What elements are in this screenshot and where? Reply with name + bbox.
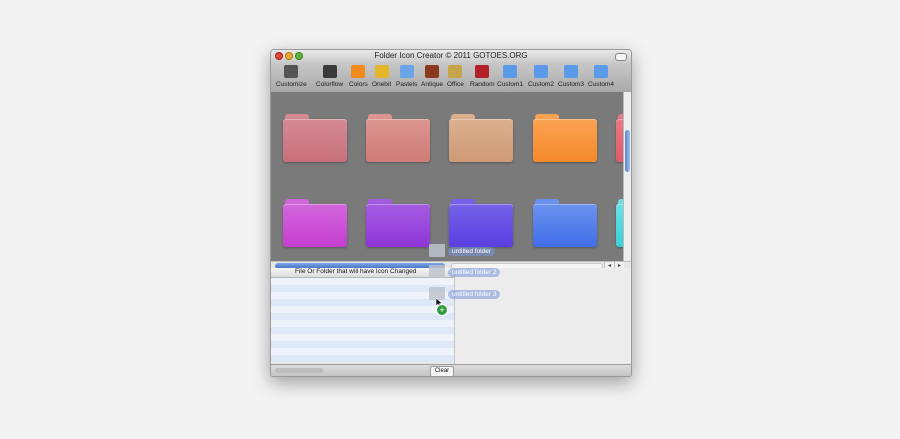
blue-folder-icon bbox=[594, 65, 608, 78]
list-item[interactable] bbox=[271, 334, 454, 341]
preview-pane[interactable] bbox=[454, 268, 631, 364]
folder-body bbox=[283, 119, 347, 162]
list-item[interactable] bbox=[271, 320, 454, 327]
toolbar-item-label: Customize bbox=[276, 81, 307, 88]
folder-icon[interactable] bbox=[533, 199, 597, 247]
clear-all-button[interactable]: Clear All bbox=[430, 366, 454, 376]
folder-icon[interactable] bbox=[283, 199, 347, 247]
toolbar-item-label: Custom4 bbox=[588, 81, 615, 88]
camera-icon bbox=[322, 65, 337, 78]
toolbar-item-label: Custom3 bbox=[558, 81, 585, 88]
tools-icon bbox=[284, 65, 299, 78]
folder-thumbnail-icon bbox=[429, 265, 445, 278]
dragged-folder-label: untitled folder 3 bbox=[448, 290, 501, 299]
toolbar-item-label: Onebit bbox=[372, 81, 392, 88]
toolbar-item-custom4[interactable]: Custom4 bbox=[588, 65, 614, 91]
dragged-folder-label: untitled folder bbox=[448, 247, 496, 256]
book-icon bbox=[425, 65, 440, 78]
folder-icon[interactable] bbox=[449, 114, 513, 162]
toolbar-item-label: Custom1 bbox=[497, 81, 524, 88]
file-list-header[interactable]: File Or Folder that will have Icon Chang… bbox=[271, 268, 454, 278]
list-item[interactable] bbox=[271, 313, 454, 320]
folder-icon bbox=[351, 65, 366, 78]
list-item[interactable] bbox=[271, 327, 454, 334]
folder-body bbox=[533, 119, 597, 162]
list-item[interactable] bbox=[271, 355, 454, 362]
file-list[interactable] bbox=[271, 278, 454, 364]
app-window: Folder Icon Creator © 2011 GOTOES.ORG Cu… bbox=[270, 49, 632, 377]
list-item[interactable] bbox=[271, 292, 454, 299]
title-bar[interactable]: Folder Icon Creator © 2011 GOTOES.ORG bbox=[271, 50, 631, 63]
toolbar-item-label: Office bbox=[447, 81, 464, 88]
toolbar-item-onebit[interactable]: Onebit bbox=[372, 65, 391, 91]
folder-body bbox=[283, 204, 347, 247]
red-book-icon bbox=[475, 65, 490, 78]
window-title: Folder Icon Creator © 2011 GOTOES.ORG bbox=[374, 51, 528, 60]
toolbar-item-pastels[interactable]: Pastels bbox=[396, 65, 417, 91]
pencil-icon bbox=[374, 65, 389, 78]
toolbar-item-label: Custom2 bbox=[528, 81, 555, 88]
toolbar-item-colors[interactable]: Colors bbox=[349, 65, 368, 91]
list-item[interactable] bbox=[271, 278, 454, 285]
toolbar: Customize Colorflow Colors Onebit Pastels Ant… bbox=[271, 63, 631, 93]
monitor-icon bbox=[399, 65, 414, 78]
dragged-folder-label: untitled folder 2 bbox=[448, 268, 501, 277]
toolbar-item-label: Antique bbox=[421, 81, 444, 88]
folder-icon[interactable] bbox=[533, 114, 597, 162]
vertical-scroll-thumb[interactable] bbox=[625, 130, 630, 172]
list-item[interactable] bbox=[271, 341, 454, 348]
toolbar-item-label: Random bbox=[470, 81, 495, 88]
list-item[interactable] bbox=[271, 285, 454, 292]
blue-folder-icon bbox=[503, 65, 517, 78]
bottom-bar: Clear All bbox=[271, 364, 631, 376]
toolbar-item-customize[interactable]: Customize bbox=[276, 65, 307, 91]
list-item[interactable] bbox=[271, 306, 454, 313]
toolbar-toggle-button[interactable] bbox=[615, 53, 627, 61]
list-item[interactable] bbox=[271, 348, 454, 355]
file-list-header-label: File Or Folder that will have Icon Chang… bbox=[295, 268, 417, 275]
list-item[interactable] bbox=[271, 299, 454, 306]
toolbar-item-label: Colors bbox=[349, 81, 368, 88]
folder-thumbnail-icon bbox=[429, 244, 445, 257]
blue-folder-icon bbox=[534, 65, 548, 78]
toolbar-item-label: Pastels bbox=[396, 81, 418, 88]
folder-icon-grid bbox=[271, 92, 631, 264]
folder-body bbox=[533, 204, 597, 247]
toolbar-item-random[interactable]: Random bbox=[470, 65, 495, 91]
folder-body bbox=[366, 204, 430, 247]
folder-icon[interactable] bbox=[283, 114, 347, 162]
copy-plus-badge-icon: + bbox=[437, 305, 447, 315]
toolbar-item-custom2[interactable]: Custom2 bbox=[528, 65, 554, 91]
bottom-scroll-indicator[interactable] bbox=[275, 368, 323, 373]
toolbar-item-colorflow[interactable]: Colorflow bbox=[316, 65, 343, 91]
toolbar-item-label: Colorflow bbox=[316, 81, 344, 88]
toolbar-item-custom3[interactable]: Custom3 bbox=[558, 65, 584, 91]
folder-icon[interactable] bbox=[449, 199, 513, 247]
blue-folder-icon bbox=[564, 65, 578, 78]
folder-body bbox=[366, 119, 430, 162]
toolbar-item-antique[interactable]: Antique bbox=[421, 65, 443, 91]
folder-icon[interactable] bbox=[366, 114, 430, 162]
folder-icon[interactable] bbox=[366, 199, 430, 247]
toolbar-item-office[interactable]: Office bbox=[447, 65, 464, 91]
toolbar-item-custom1[interactable]: Custom1 bbox=[497, 65, 523, 91]
folder-body bbox=[449, 119, 513, 162]
notebook-icon bbox=[448, 65, 463, 78]
vertical-scrollbar[interactable] bbox=[623, 92, 631, 264]
folder-body bbox=[449, 204, 513, 247]
